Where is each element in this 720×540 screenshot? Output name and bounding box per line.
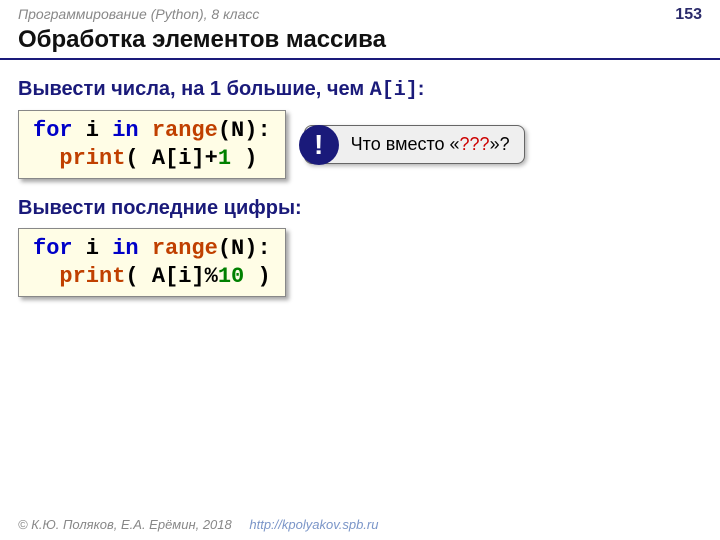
prompt1-code: A[i] (370, 79, 418, 102)
page-number: 153 (675, 6, 702, 24)
code-block-1: for i in range(N): print( A[i]+1 ) (18, 110, 286, 179)
footer-copyright: © К.Ю. Поляков, Е.А. Ерёмин, 2018 (18, 517, 232, 532)
prompt1-post: : (418, 78, 425, 100)
section1-row: for i in range(N): print( A[i]+1 ) ! Что… (18, 110, 702, 179)
prompt1-pre: Вывести числа, на 1 большие, чем (18, 78, 370, 100)
callout-pre: Что вместо « (351, 134, 460, 154)
exclamation-icon: ! (299, 125, 339, 165)
slide-content: Вывести числа, на 1 большие, чем A[i]: f… (0, 60, 720, 309)
section1-prompt: Вывести числа, на 1 большие, чем A[i]: (18, 78, 702, 102)
slide-header: Программирование (Python), 8 класс 153 (0, 0, 720, 26)
callout-box: ! Что вместо «???»? (304, 125, 525, 164)
section2-prompt: Вывести последние цифры: (18, 197, 702, 220)
callout-qmarks: ??? (460, 134, 490, 154)
code-block-2: for i in range(N): print( A[i]%10 ) (18, 228, 286, 297)
slide-footer: © К.Ю. Поляков, Е.А. Ерёмин, 2018 http:/… (18, 517, 378, 532)
footer-url: http://kpolyakov.spb.ru (249, 517, 378, 532)
callout-post: »? (490, 134, 510, 154)
course-name: Программирование (Python), 8 класс (18, 6, 259, 22)
slide-title: Обработка элементов массива (0, 26, 720, 60)
